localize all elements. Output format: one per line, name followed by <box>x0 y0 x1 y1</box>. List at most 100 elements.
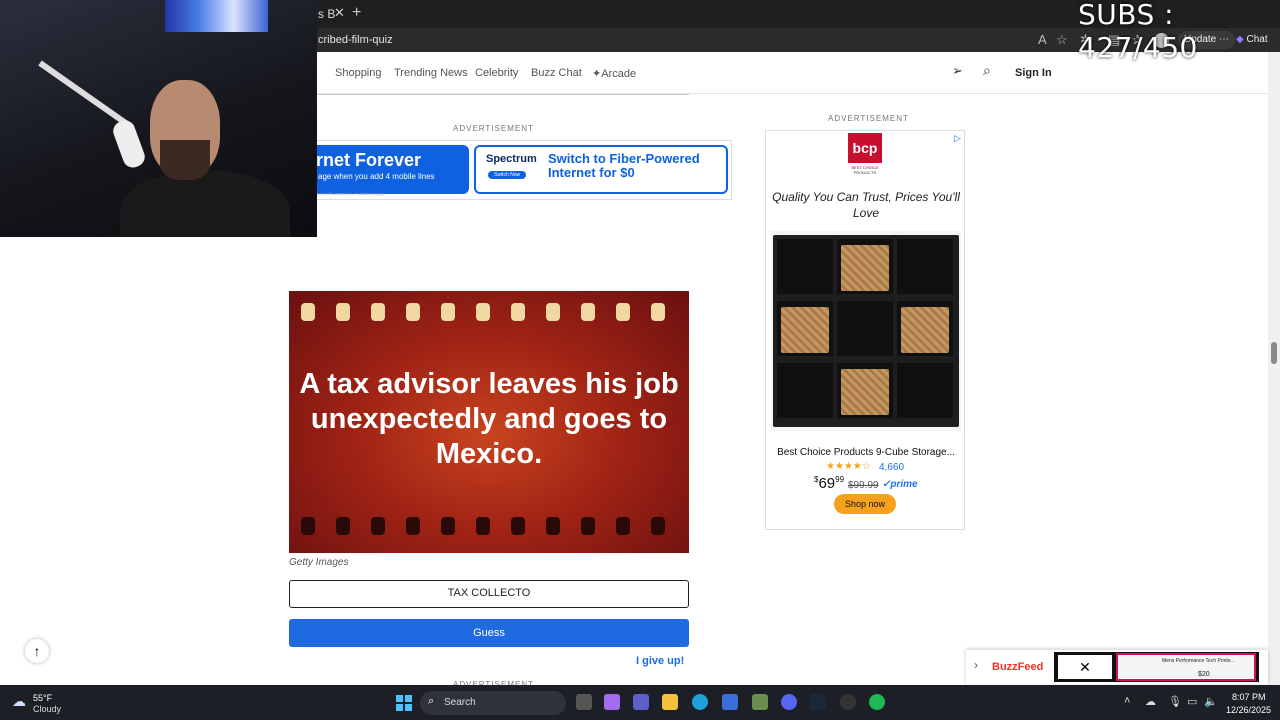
give-up-link[interactable]: I give up! <box>636 655 684 667</box>
shelf-cube <box>777 239 833 294</box>
sprocket-hole <box>441 517 455 535</box>
url-field[interactable]: cribed-film-quiz <box>318 34 393 46</box>
product-image[interactable] <box>771 231 961 431</box>
basket <box>841 369 889 415</box>
banner-right-panel: Spectrum Switch Now Switch to Fiber-Powe… <box>474 145 728 194</box>
weather-temp[interactable]: 55°F <box>33 693 52 703</box>
nav-shopping[interactable]: Shopping <box>335 67 382 79</box>
sprocket-hole <box>616 303 630 321</box>
sticky-ad-product: Mens Performance Tech Printe... $20 <box>1116 653 1256 681</box>
cloud-icon[interactable]: ☁ <box>12 693 26 710</box>
nav-buzz-chat[interactable]: Buzz Chat <box>531 67 582 79</box>
banner-headline: ternet Forever <box>300 150 422 170</box>
product-title[interactable]: Best Choice Products 9-Cube Storage... <box>770 447 962 458</box>
banner-subtext: age when you add 4 mobile lines <box>318 172 435 181</box>
spotify-icon[interactable] <box>869 694 885 710</box>
onedrive-icon[interactable]: ☁ <box>1145 695 1156 708</box>
sprocket-hole <box>336 303 350 321</box>
spectrum-logo: Spectrum <box>486 153 537 165</box>
favorite-star-icon[interactable]: ☆ <box>1056 32 1068 48</box>
storage-cube-shelf <box>773 235 959 427</box>
quiz-image: A tax advisor leaves his job unexpectedl… <box>289 291 689 553</box>
adchoices-icon[interactable]: ▷ <box>954 133 961 144</box>
app-icon[interactable] <box>752 694 768 710</box>
sticky-ad[interactable]: ✕ Mens Performance Tech Printe... $20 <box>1054 652 1259 682</box>
sprocket-hole <box>511 517 525 535</box>
switch-now-pill[interactable]: Switch Now <box>488 171 527 179</box>
sprocket-hole <box>476 517 490 535</box>
windows-start-icon[interactable] <box>396 695 412 711</box>
banner-cta[interactable]: Switch to Fiber-Powered Internet for $0 <box>548 152 718 180</box>
back-to-top-button[interactable]: ↑ <box>25 639 49 663</box>
nav-arcade[interactable]: ✦Arcade <box>592 67 636 80</box>
sticky-ad-bar: › BuzzFeed ✕ Mens Performance Tech Print… <box>966 650 1268 684</box>
chevron-right-icon[interactable]: › <box>974 658 978 672</box>
webcam-overlay <box>0 0 317 237</box>
shelf-cube <box>897 239 953 294</box>
copilot-app-icon[interactable] <box>604 694 620 710</box>
search-icon[interactable]: ⌕ <box>983 62 991 79</box>
tab-close-icon[interactable]: ✕ <box>334 5 345 21</box>
bcp-logo: bcp <box>848 133 882 163</box>
nav-celebrity[interactable]: Celebrity <box>475 67 518 79</box>
scroll-thumb[interactable] <box>1271 342 1277 364</box>
clock-time[interactable]: 8:07 PM <box>1232 692 1266 702</box>
file-explorer-icon[interactable] <box>662 694 678 710</box>
discord-icon[interactable] <box>781 694 797 710</box>
taskbar-search-label: Search <box>444 697 476 708</box>
taskbar-search[interactable]: ⌕ Search <box>420 691 566 715</box>
sprocket-hole <box>406 517 420 535</box>
network-icon[interactable]: ▭ <box>1187 695 1197 708</box>
subs-counter: SUBS : 427/450 <box>1078 0 1198 64</box>
old-price: $99.99 <box>848 480 879 491</box>
sprocket-hole <box>441 303 455 321</box>
shelf-cube <box>837 239 893 294</box>
side-ad[interactable]: bcp BEST CHOICE PRODUCTS ▷ Quality You C… <box>765 130 965 530</box>
sparkle-icon: ✦ <box>592 68 602 80</box>
arrow-up-icon: ↑ <box>33 643 41 659</box>
sprocket-hole <box>301 517 315 535</box>
sprocket-hole <box>651 517 665 535</box>
weather-desc[interactable]: Cloudy <box>33 704 61 714</box>
store-icon[interactable] <box>722 694 738 710</box>
sign-in-link[interactable]: Sign In <box>1015 67 1052 79</box>
basket <box>781 307 829 353</box>
sprocket-hole <box>371 517 385 535</box>
new-tab-icon[interactable]: + <box>352 4 361 22</box>
taskbar: ☁ 55°F Cloudy ⌕ Search ˄ ☁ 🎙 ▭ 🔈 8:07 PM… <box>0 685 1280 720</box>
banner-ad[interactable]: ternet Forever age when you add 4 mobile… <box>289 140 732 200</box>
read-aloud-icon[interactable]: A <box>1038 32 1047 47</box>
task-view-icon[interactable] <box>576 694 592 710</box>
taskbar-search-icon: ⌕ <box>428 695 435 707</box>
background-monitor <box>165 0 268 32</box>
shelf-cube <box>777 363 833 418</box>
answer-input[interactable]: TAX COLLECTO <box>289 580 689 608</box>
bcp-subtext: BEST CHOICE PRODUCTS <box>851 165 879 175</box>
sprocket-hole <box>616 517 630 535</box>
tray-chevron-icon[interactable]: ˄ <box>1124 695 1130 707</box>
shop-now-button[interactable]: Shop now <box>834 494 896 514</box>
shelf-cube <box>777 301 833 356</box>
side-ad-label: ADVERTISEMENT <box>828 114 909 123</box>
obs-icon[interactable] <box>840 694 856 710</box>
volume-icon[interactable]: 🔈 <box>1204 695 1218 708</box>
shelf-cube <box>837 363 893 418</box>
sticky-ad-title: Mens Performance Tech Printe... <box>1162 658 1235 664</box>
price-dollars: 69 <box>818 475 836 492</box>
basket <box>901 307 949 353</box>
mic-icon[interactable]: 🎙 <box>1168 695 1182 708</box>
teams-icon[interactable] <box>633 694 649 710</box>
send-icon[interactable]: ➢ <box>952 63 963 79</box>
microphone-icon <box>110 117 148 171</box>
prime-label: prime <box>890 479 918 490</box>
rating-stars: ★★★★☆ <box>826 461 871 472</box>
nav-trending-news[interactable]: Trending News <box>394 67 468 79</box>
guess-button[interactable]: Guess <box>289 619 689 647</box>
page-scrollbar[interactable] <box>1268 52 1280 685</box>
steam-icon[interactable] <box>810 694 826 710</box>
sprocket-hole <box>581 517 595 535</box>
sprocket-hole <box>336 517 350 535</box>
buzzfeed-logo[interactable]: BuzzFeed <box>992 661 1043 673</box>
edge-icon[interactable] <box>692 694 708 710</box>
clock-date[interactable]: 12/26/2025 <box>1226 705 1271 715</box>
